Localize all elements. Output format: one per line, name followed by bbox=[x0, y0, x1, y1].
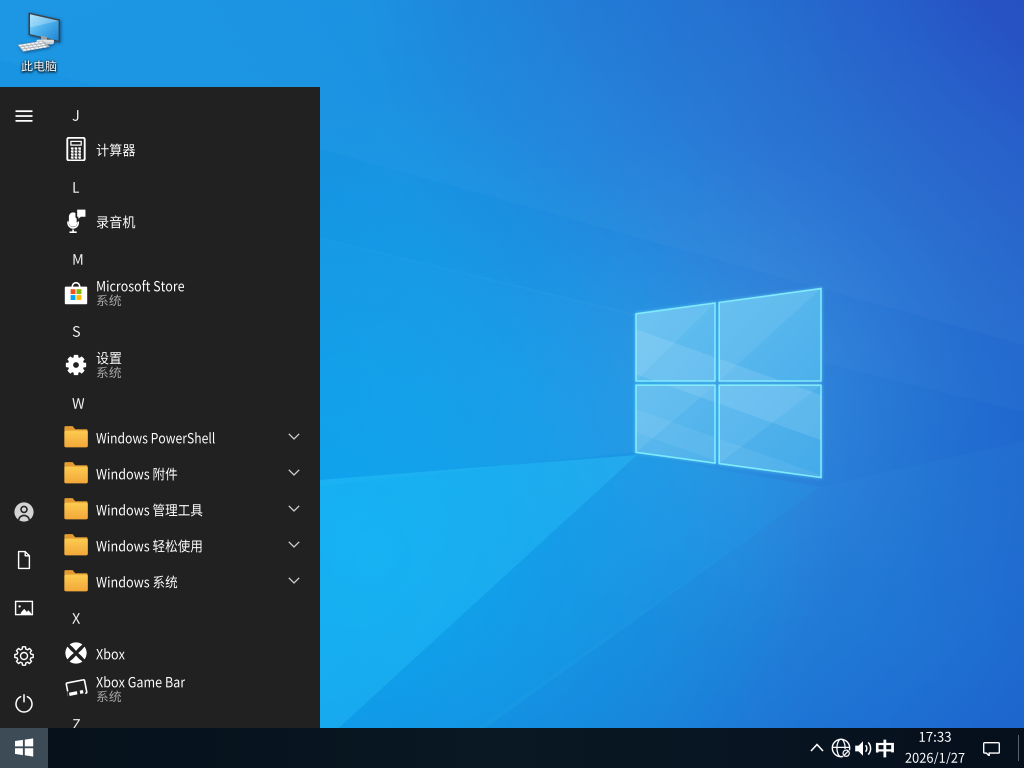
section-letter bbox=[72, 182, 79, 193]
app-label bbox=[96, 675, 186, 688]
network-tray-button[interactable] bbox=[830, 728, 851, 768]
app-label bbox=[96, 142, 136, 156]
app-list-folder[interactable]: Windows PowerShell bbox=[0, 419, 320, 455]
app-list-folder[interactable]: Windows 附件 bbox=[0, 455, 320, 491]
app-list-item[interactable]: 设置系统 bbox=[0, 347, 320, 383]
desktop-icon-label bbox=[21, 60, 57, 72]
app-icon-box bbox=[64, 569, 88, 593]
tray-date bbox=[905, 751, 965, 764]
chevron-down-icon bbox=[288, 469, 300, 476]
app-list-section-header-w[interactable]: W bbox=[0, 386, 320, 422]
speaker-icon bbox=[855, 740, 872, 756]
folder-icon bbox=[64, 533, 88, 555]
start-button[interactable] bbox=[0, 728, 48, 768]
section-letter bbox=[72, 110, 78, 121]
network-no-internet-icon bbox=[831, 738, 851, 758]
xbox-game-bar-icon bbox=[65, 678, 88, 698]
app-icon-box bbox=[64, 136, 88, 161]
app-icon-box bbox=[64, 281, 88, 305]
app-list-item[interactable]: Xbox Game Bar系统 bbox=[0, 671, 320, 707]
monitor bbox=[28, 12, 60, 45]
taskbar: 中 17:332026/1/27 bbox=[0, 728, 1024, 768]
app-list-section-header-j[interactable]: J bbox=[0, 98, 320, 134]
app-list-section-header-s[interactable]: S bbox=[0, 314, 320, 350]
folder-label bbox=[96, 503, 203, 516]
xbox-icon bbox=[65, 641, 87, 664]
folder-label bbox=[96, 467, 178, 480]
app-list-item[interactable]: Xbox bbox=[0, 635, 320, 671]
app-icon-box bbox=[64, 677, 88, 701]
app-list-section-header-x[interactable]: X bbox=[0, 601, 320, 637]
folder-icon bbox=[64, 461, 88, 483]
this-pc-icon bbox=[17, 12, 60, 52]
start-menu-app-list: J 计算器 L 录音机 M Microsoft Store系统 S 设置系统 W… bbox=[0, 87, 320, 728]
app-label bbox=[96, 351, 122, 364]
voice-recorder-icon bbox=[67, 208, 88, 233]
app-icon-box bbox=[64, 208, 88, 233]
app-icon-box bbox=[64, 497, 88, 521]
section-letter bbox=[72, 719, 80, 728]
app-label bbox=[97, 279, 185, 292]
app-list-folder[interactable]: Windows 系统 bbox=[0, 563, 320, 599]
folder-label bbox=[96, 575, 178, 588]
app-sublabel bbox=[96, 294, 122, 306]
folder-label bbox=[96, 431, 215, 444]
app-icon-box bbox=[64, 641, 88, 665]
show-desktop-button[interactable] bbox=[1018, 735, 1019, 761]
app-sublabel bbox=[96, 690, 122, 702]
chevron-up-icon bbox=[810, 743, 824, 752]
app-list-folder[interactable]: Windows 轻松使用 bbox=[0, 527, 320, 563]
app-label bbox=[96, 214, 136, 228]
app-icon-box bbox=[64, 353, 88, 377]
app-list-item[interactable]: Microsoft Store系统 bbox=[0, 275, 320, 311]
chevron-down-icon bbox=[288, 433, 300, 440]
folder-icon bbox=[64, 497, 88, 519]
notifications-icon bbox=[982, 742, 1000, 757]
app-icon-box bbox=[64, 461, 88, 485]
volume-tray-button[interactable] bbox=[852, 728, 875, 768]
app-icon-box bbox=[64, 425, 88, 449]
clock-tray-button[interactable]: 17:332026/1/27 bbox=[902, 728, 968, 768]
start-menu: J 计算器 L 录音机 M Microsoft Store系统 S 设置系统 W… bbox=[0, 87, 320, 728]
section-letter bbox=[71, 398, 84, 409]
microsoft-store-icon bbox=[64, 281, 88, 304]
calculator-icon bbox=[66, 136, 86, 161]
chevron-down-icon bbox=[288, 505, 300, 512]
tray-time bbox=[919, 732, 951, 743]
app-list-folder[interactable]: Windows 管理工具 bbox=[0, 491, 320, 527]
app-icon-box bbox=[64, 533, 88, 557]
app-sublabel bbox=[96, 366, 122, 378]
app-label bbox=[96, 647, 125, 660]
app-list-section-header-l[interactable]: L bbox=[0, 170, 320, 206]
desktop-icon-this-pc[interactable]: 此电脑 bbox=[1, 8, 77, 78]
action-center-button[interactable] bbox=[976, 728, 1006, 768]
section-letter bbox=[71, 613, 80, 624]
settings-icon bbox=[65, 354, 87, 375]
windows-logo-icon bbox=[15, 738, 34, 757]
chevron-down-icon bbox=[288, 577, 300, 584]
app-list-item[interactable]: 计算器 bbox=[0, 131, 320, 167]
section-letter bbox=[72, 254, 82, 265]
folder-label bbox=[96, 539, 202, 553]
ime-mode-button[interactable]: 中 bbox=[874, 728, 896, 768]
section-letter bbox=[72, 325, 80, 337]
app-list-section-header-m[interactable]: M bbox=[0, 242, 320, 278]
app-list-item[interactable]: 录音机 bbox=[0, 203, 320, 239]
app-list-section-header-z[interactable]: Z bbox=[0, 707, 320, 728]
ime-label bbox=[876, 739, 895, 757]
chevron-down-icon bbox=[288, 541, 300, 548]
folder-icon bbox=[64, 569, 88, 591]
folder-icon bbox=[64, 425, 88, 447]
show-hidden-icons-button[interactable] bbox=[806, 728, 828, 768]
